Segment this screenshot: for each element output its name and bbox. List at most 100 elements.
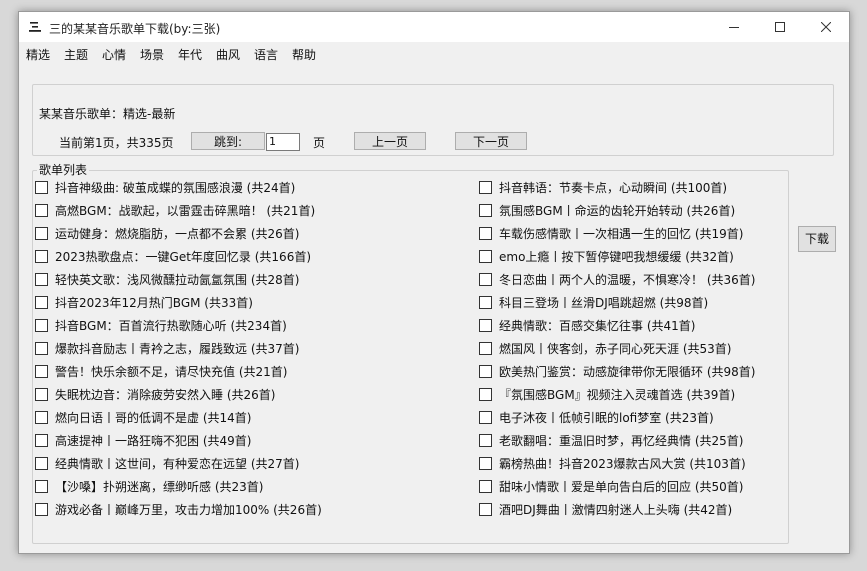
menu-bar: 精选 主题 心情 场景 年代 曲风 语言 帮助 xyxy=(19,42,849,64)
playlist-item-label: 失眠枕边音：消除疲劳安然入睡 (共26首) xyxy=(55,387,276,402)
playlist-checkbox[interactable] xyxy=(479,318,492,332)
playlist-checkbox[interactable] xyxy=(479,295,492,309)
playlist-item[interactable]: 爆款抖音励志丨青衿之志，履践致远 (共37首) xyxy=(35,339,299,357)
playlist-checkbox[interactable] xyxy=(35,318,48,332)
playlist-checkbox[interactable] xyxy=(35,226,48,240)
playlist-item-label: 科目三登场丨丝滑DJ唱跳超燃 (共98首) xyxy=(499,295,709,310)
title-bar: 三的某某音乐歌单下载(by:三张) xyxy=(19,12,849,42)
playlist-item[interactable]: 轻快英文歌：浅风微醺拉动氤氲氛围 (共28首) xyxy=(35,270,299,288)
playlist-item-label: 游戏必备丨巅峰万里，攻击力增加100% (共26首) xyxy=(55,502,322,517)
prev-page-button[interactable]: 上一页 xyxy=(354,132,426,150)
playlist-checkbox[interactable] xyxy=(479,502,492,516)
playlist-checkbox[interactable] xyxy=(35,272,48,286)
playlist-item-label: 高速提神丨一路狂嗨不犯困 (共49首) xyxy=(55,433,252,448)
playlist-item-label: 抖音神级曲: 破茧成蝶的氛围感浪漫 (共24首) xyxy=(55,180,296,195)
playlist-item[interactable]: 抖音神级曲: 破茧成蝶的氛围感浪漫 (共24首) xyxy=(35,178,295,196)
playlist-item[interactable]: 欧美热门鉴赏：动感旋律带你无限循环 (共98首) xyxy=(479,362,755,380)
playlist-item-label: 抖音韩语：节奏卡点，心动瞬间 (共100首) xyxy=(499,180,728,195)
playlist-item[interactable]: 车载伤感情歌丨一次相遇一生的回忆 (共19首) xyxy=(479,224,743,242)
minimize-icon xyxy=(729,27,739,28)
menu-item[interactable]: 精选 xyxy=(26,46,50,63)
playlist-checkbox[interactable] xyxy=(35,364,48,378)
playlist-item[interactable]: 运动健身：燃烧脂肪，一点都不会累 (共26首) xyxy=(35,224,299,242)
menu-item[interactable]: 曲风 xyxy=(216,46,240,63)
playlist-checkbox[interactable] xyxy=(35,341,48,355)
playlist-item-label: 经典情歌丨这世间，有种爱恋在远望 (共27首) xyxy=(55,456,300,471)
playlist-item-label: 老歌翻唱：重温旧时梦，再忆经典情 (共25首) xyxy=(499,433,744,448)
playlist-item-label: 警告！快乐余额不足，请尽快充值 (共21首) xyxy=(55,364,288,379)
playlist-item[interactable]: 氛围感BGM丨命运的齿轮开始转动 (共26首) xyxy=(479,201,735,219)
playlist-checkbox[interactable] xyxy=(35,456,48,470)
playlist-item[interactable]: 冬日恋曲丨两个人的温暖，不惧寒冷！ (共36首) xyxy=(479,270,755,288)
playlist-item[interactable]: 燃国风丨侠客剑，赤子同心死天涯 (共53首) xyxy=(479,339,731,357)
playlist-item[interactable]: 游戏必备丨巅峰万里，攻击力增加100% (共26首) xyxy=(35,500,322,518)
playlist-item-label: 霸榜热曲！抖音2023爆款古风大赏 (共103首) xyxy=(499,456,746,471)
playlist-checkbox[interactable] xyxy=(479,226,492,240)
menu-item[interactable]: 语言 xyxy=(254,46,278,63)
playlist-checkbox[interactable] xyxy=(35,180,48,194)
menu-item[interactable]: 帮助 xyxy=(292,46,316,63)
playlist-checkbox[interactable] xyxy=(479,272,492,286)
next-page-button[interactable]: 下一页 xyxy=(455,132,527,150)
playlist-checkbox[interactable] xyxy=(479,364,492,378)
playlist-item[interactable]: 『氛围感BGM』视频注入灵魂首选 (共39首) xyxy=(479,385,735,403)
playlist-checkbox[interactable] xyxy=(479,180,492,194)
playlist-checkbox[interactable] xyxy=(35,502,48,516)
playlist-checkbox[interactable] xyxy=(35,203,48,217)
playlist-checkbox[interactable] xyxy=(35,433,48,447)
playlist-item-label: 电子沐夜丨低帧引眠的lofi梦室 (共23首) xyxy=(499,410,714,425)
playlist-checkbox[interactable] xyxy=(479,479,492,493)
playlist-checkbox[interactable] xyxy=(479,456,492,470)
playlist-checkbox[interactable] xyxy=(479,249,492,263)
menu-item[interactable]: 主题 xyxy=(64,46,88,63)
playlist-item[interactable]: 燃向日语丨哥的低调不是虚 (共14首) xyxy=(35,408,251,426)
close-button[interactable] xyxy=(803,12,849,42)
playlist-item[interactable]: emo上瘾丨按下暂停键吧我想缓缓 (共32首) xyxy=(479,247,734,265)
playlist-item-label: 欧美热门鉴赏：动感旋律带你无限循环 (共98首) xyxy=(499,364,756,379)
jump-button[interactable]: 跳到: xyxy=(191,132,265,150)
playlist-checkbox[interactable] xyxy=(479,341,492,355)
playlist-checkbox[interactable] xyxy=(35,410,48,424)
playlist-item[interactable]: 科目三登场丨丝滑DJ唱跳超燃 (共98首) xyxy=(479,293,708,311)
playlist-item[interactable]: 酒吧DJ舞曲丨激情四射迷人上头嗨 (共42首) xyxy=(479,500,732,518)
playlist-item-label: 冬日恋曲丨两个人的温暖，不惧寒冷！ (共36首) xyxy=(499,272,756,287)
playlist-item[interactable]: 经典情歌：百感交集忆往事 (共41首) xyxy=(479,316,695,334)
playlist-item[interactable]: 甜味小情歌丨爱是单向告白后的回应 (共50首) xyxy=(479,477,743,495)
playlist-item[interactable]: 【沙嗓】扑朔迷离，缥缈听感 (共23首) xyxy=(35,477,263,495)
playlist-item[interactable]: 高速提神丨一路狂嗨不犯困 (共49首) xyxy=(35,431,251,449)
playlist-checkbox[interactable] xyxy=(479,410,492,424)
playlist-title: 某某音乐歌单：精选-最新 xyxy=(39,107,176,121)
playlist-checkbox[interactable] xyxy=(35,387,48,401)
playlist-checkbox[interactable] xyxy=(35,249,48,263)
download-button[interactable]: 下载 xyxy=(798,226,836,252)
playlist-item-label: 轻快英文歌：浅风微醺拉动氤氲氛围 (共28首) xyxy=(55,272,300,287)
playlist-item[interactable]: 抖音2023年12月热门BGM (共33首) xyxy=(35,293,253,311)
playlist-checkbox[interactable] xyxy=(35,295,48,309)
playlist-item[interactable]: 高燃BGM：战歌起，以雷霆击碎黑暗！ (共21首) xyxy=(35,201,315,219)
playlist-item[interactable]: 抖音BGM：百首流行热歌随心听 (共234首) xyxy=(35,316,287,334)
playlist-item-label: 高燃BGM：战歌起，以雷霆击碎黑暗！ (共21首) xyxy=(55,203,316,218)
minimize-button[interactable] xyxy=(711,12,757,42)
playlist-item[interactable]: 经典情歌丨这世间，有种爱恋在远望 (共27首) xyxy=(35,454,299,472)
playlist-item[interactable]: 失眠枕边音：消除疲劳安然入睡 (共26首) xyxy=(35,385,275,403)
window-title: 三的某某音乐歌单下载(by:三张) xyxy=(49,22,221,36)
playlist-item[interactable]: 2023热歌盘点：一键Get年度回忆录 (共166首) xyxy=(35,247,311,265)
playlist-item[interactable]: 霸榜热曲！抖音2023爆款古风大赏 (共103首) xyxy=(479,454,746,472)
playlist-item[interactable]: 老歌翻唱：重温旧时梦，再忆经典情 (共25首) xyxy=(479,431,743,449)
playlist-checkbox[interactable] xyxy=(35,479,48,493)
playlist-checkbox[interactable] xyxy=(479,387,492,401)
menu-item[interactable]: 场景 xyxy=(140,46,164,63)
page-number-input[interactable]: 1 xyxy=(266,133,300,151)
menu-item[interactable]: 年代 xyxy=(178,46,202,63)
menu-item[interactable]: 心情 xyxy=(102,46,126,63)
page-unit-label: 页 xyxy=(313,136,326,150)
playlist-item-label: 抖音2023年12月热门BGM (共33首) xyxy=(55,295,253,310)
playlist-item-label: 经典情歌：百感交集忆往事 (共41首) xyxy=(499,318,696,333)
playlist-checkbox[interactable] xyxy=(479,433,492,447)
playlist-item[interactable]: 警告！快乐余额不足，请尽快充值 (共21首) xyxy=(35,362,287,380)
playlist-checkbox[interactable] xyxy=(479,203,492,217)
playlist-item[interactable]: 电子沐夜丨低帧引眠的lofi梦室 (共23首) xyxy=(479,408,714,426)
playlist-item-label: 甜味小情歌丨爱是单向告白后的回应 (共50首) xyxy=(499,479,744,494)
maximize-button[interactable] xyxy=(757,12,803,42)
playlist-item[interactable]: 抖音韩语：节奏卡点，心动瞬间 (共100首) xyxy=(479,178,727,196)
